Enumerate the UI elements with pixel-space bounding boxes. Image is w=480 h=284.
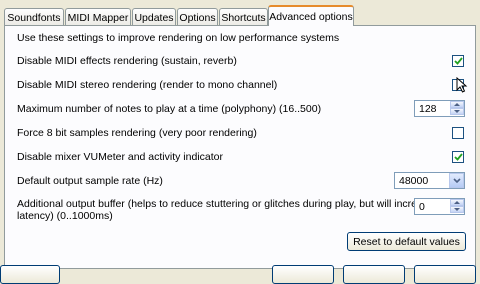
dropdown-button[interactable] (449, 173, 464, 188)
force-8bit-checkbox[interactable] (452, 127, 464, 139)
chevron-down-icon (452, 178, 461, 183)
mouse-pointer-icon (456, 77, 468, 93)
check-icon (453, 57, 463, 65)
disable-effects-checkbox[interactable] (452, 55, 464, 67)
tab-label: Soundfonts (7, 12, 61, 24)
tab-strip: Soundfonts MIDI Mapper Updates Options S… (0, 0, 480, 26)
spin-up-button[interactable] (450, 101, 464, 108)
arrow-up-icon (454, 103, 460, 106)
spin-down-button[interactable] (450, 206, 464, 213)
disable-vumeter-label: Disable mixer VUMeter and activity indic… (17, 151, 223, 163)
tab-label: Updates (134, 12, 174, 24)
force-8bit-label: Force 8 bit samples rendering (very poor… (17, 127, 257, 139)
dialog-button-partial[interactable] (414, 265, 476, 284)
tab-updates[interactable]: Updates (132, 8, 176, 25)
reset-defaults-button[interactable]: Reset to default values (347, 232, 466, 251)
disable-vumeter-checkbox[interactable] (452, 151, 464, 163)
check-icon (453, 153, 463, 161)
dialog-button-partial[interactable] (0, 265, 60, 284)
polyphony-spinner[interactable]: 128 (414, 100, 465, 117)
tab-soundfonts[interactable]: Soundfonts (4, 8, 64, 25)
tab-label: MIDI Mapper (67, 12, 129, 24)
spin-up-button[interactable] (450, 199, 464, 206)
tab-label: Options (179, 12, 216, 24)
panel-description: Use these settings to improve rendering … (17, 32, 340, 44)
output-buffer-label-line2: latency) (0..1000ms) (17, 210, 113, 222)
arrow-down-icon (454, 110, 460, 113)
polyphony-label: Maximum number of notes to play at a tim… (17, 103, 322, 115)
tab-midi-mapper[interactable]: MIDI Mapper (65, 8, 131, 25)
tab-advanced-options[interactable]: Advanced options (268, 5, 354, 26)
output-buffer-value: 0 (419, 201, 425, 213)
dialog-button-partial[interactable] (343, 265, 405, 284)
dialog-button-partial[interactable] (272, 265, 334, 284)
sample-rate-value: 48000 (399, 175, 429, 187)
arrow-down-icon (454, 208, 460, 211)
reset-defaults-label: Reset to default values (353, 236, 460, 248)
arrow-up-icon (454, 201, 460, 204)
polyphony-value: 128 (419, 103, 437, 115)
tab-options[interactable]: Options (177, 8, 218, 25)
tab-label: Advanced options (269, 11, 353, 23)
tab-shortcuts[interactable]: Shortcuts (219, 8, 268, 25)
spin-down-button[interactable] (450, 108, 464, 115)
disable-effects-label: Disable MIDI effects rendering (sustain,… (17, 55, 237, 67)
sample-rate-label: Default output sample rate (Hz) (17, 175, 163, 187)
output-buffer-spinner[interactable]: 0 (414, 198, 465, 215)
sample-rate-select[interactable]: 48000 (394, 172, 465, 189)
tab-label: Shortcuts (221, 12, 266, 24)
disable-stereo-label: Disable MIDI stereo rendering (render to… (17, 79, 278, 91)
advanced-options-panel: Use these settings to improve rendering … (4, 25, 476, 269)
output-buffer-label-line1: Additional output buffer (helps to reduc… (17, 198, 434, 210)
